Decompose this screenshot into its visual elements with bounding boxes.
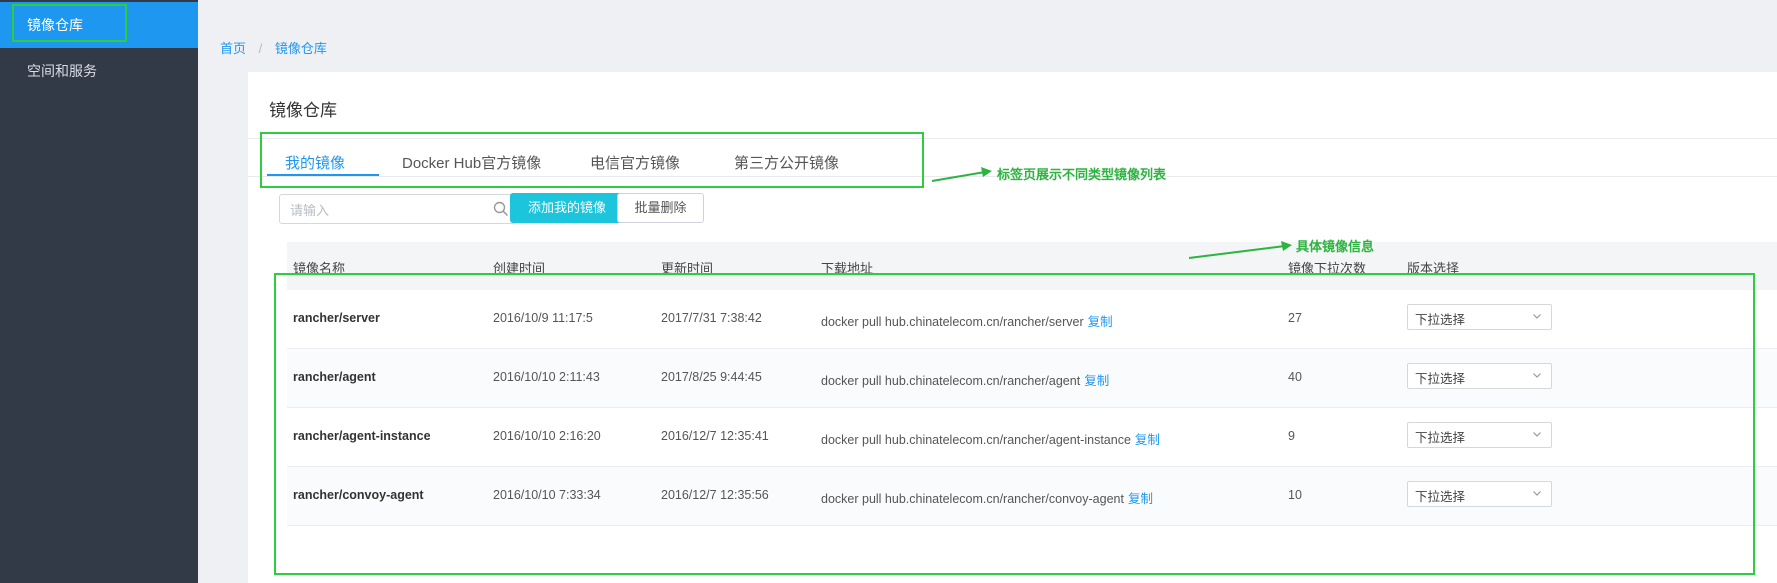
batch-delete-button[interactable]: 批量删除 bbox=[617, 193, 704, 223]
sidebar: 镜像仓库 空间和服务 bbox=[0, 0, 198, 583]
breadcrumb: 首页 / 镜像仓库 bbox=[220, 38, 327, 57]
search-icon[interactable] bbox=[493, 201, 509, 217]
breadcrumb-separator: / bbox=[258, 41, 263, 56]
annotation-table-note: 具体镜像信息 bbox=[1296, 239, 1375, 254]
search-input[interactable] bbox=[288, 200, 492, 220]
page-title: 镜像仓库 bbox=[269, 101, 337, 120]
breadcrumb-home-link[interactable]: 首页 bbox=[220, 41, 246, 56]
search-box bbox=[279, 194, 517, 224]
annotation-tabs-note: 标签页展示不同类型镜像列表 bbox=[997, 167, 1167, 182]
breadcrumb-current-link[interactable]: 镜像仓库 bbox=[275, 41, 327, 56]
sidebar-item-spaces-services[interactable]: 空间和服务 bbox=[0, 48, 198, 94]
annotation-highlight-box bbox=[274, 273, 1755, 575]
sidebar-item-label: 空间和服务 bbox=[27, 63, 97, 79]
annotation-highlight-box bbox=[12, 4, 127, 42]
annotation-highlight-box bbox=[260, 132, 924, 188]
add-my-image-button[interactable]: 添加我的镜像 bbox=[510, 193, 624, 223]
